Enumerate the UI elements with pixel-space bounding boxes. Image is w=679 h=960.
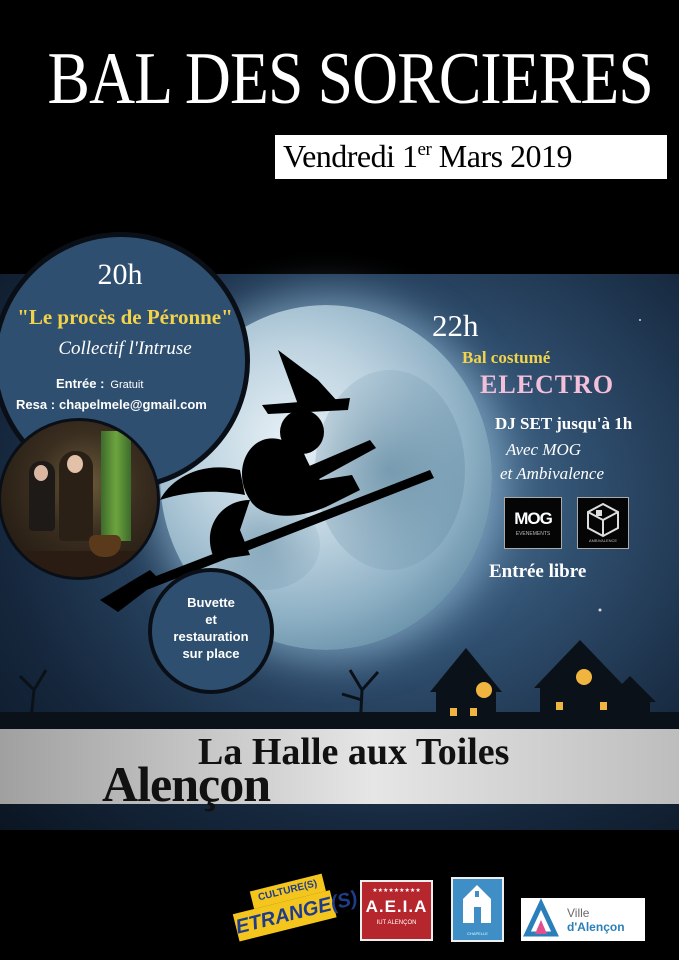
show-reservation: Resa : chapelmele@gmail.com — [16, 397, 207, 412]
party-with-ambivalence: et Ambivalence — [500, 464, 605, 483]
buvette-line: sur place — [182, 646, 240, 661]
actor-face — [34, 465, 48, 481]
buvette-text: Buvette et restauration sur place — [148, 594, 274, 662]
ambivalence-logo: AMBIVALENCE — [577, 497, 629, 549]
chapelle-logo: CHAPELLE — [451, 877, 504, 942]
stage-curtain — [101, 431, 131, 541]
ville-a-icon — [523, 898, 559, 937]
entry-label: Entrée : — [56, 376, 105, 391]
party-entry: Entrée libre — [489, 561, 587, 582]
show-title: "Le procès de Péronne" — [17, 305, 233, 329]
show-entry: Entrée : Gratuit — [56, 376, 143, 391]
mog-logo-text: MOG — [514, 509, 553, 528]
ambivalence-logo-subtext: AMBIVALENCE — [588, 538, 618, 543]
buvette-line: et — [205, 612, 217, 627]
show-company: Collectif l'Intruse — [58, 338, 192, 359]
party-electro: ELECTRO — [480, 370, 615, 399]
venue-city: Alençon — [102, 756, 271, 812]
party-with-mog: Avec MOG — [506, 440, 582, 459]
ville-logo-line2: d'Alençon — [567, 920, 625, 934]
actor-face — [67, 455, 83, 473]
theatre-photo — [0, 418, 160, 580]
buvette-line: restauration — [173, 629, 249, 644]
aeia-stars: ★★★★★★★★★ — [372, 888, 421, 894]
cube-icon — [587, 502, 619, 538]
aeia-subtitle: IUT ALENÇON — [376, 920, 417, 926]
stage-floor — [1, 551, 157, 577]
star — [598, 319, 641, 612]
aeia-logo: ★★★★★★★★★ A.E.I.A IUT ALENÇON — [360, 880, 433, 941]
entry-value: Gratuit — [110, 379, 144, 391]
poster: BAL DES SORCIERES Vendredi 1er Mars 2019 — [0, 0, 679, 960]
ville-logo-line1: Ville — [567, 906, 590, 920]
show-time: 20h — [97, 258, 143, 291]
ville-alencon-logo: Ville d'Alençon — [521, 898, 645, 941]
chapelle-logo-subtext: CHAPELLE — [467, 931, 488, 936]
aeia-title: A.E.I.A — [365, 897, 428, 916]
party-dj-set: DJ SET jusqu'à 1h — [495, 414, 633, 433]
party-time: 22h — [432, 308, 479, 343]
mog-logo: MOG EVENEMENTS — [504, 497, 562, 549]
party-costume: Bal costumé — [462, 348, 551, 367]
village-silhouette — [0, 640, 679, 730]
mog-logo-subtext: EVENEMENTS — [515, 531, 551, 537]
buvette-line: Buvette — [187, 595, 235, 610]
chapel-icon — [463, 885, 491, 923]
resa-email: chapelmele@gmail.com — [59, 397, 207, 412]
resa-label: Resa : — [16, 397, 56, 412]
